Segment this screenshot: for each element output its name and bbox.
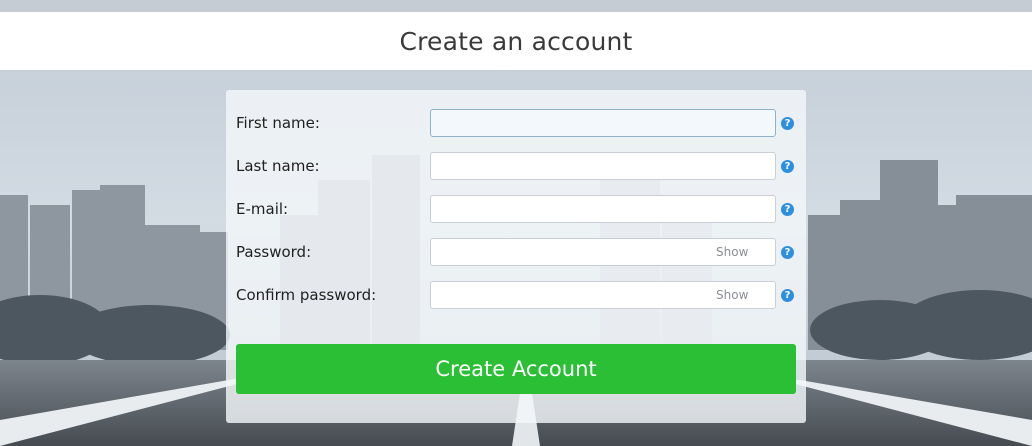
page-title: Create an account xyxy=(399,26,633,56)
first-name-label: First name: xyxy=(236,114,320,132)
password-row: Password: Show ? xyxy=(226,238,806,266)
question-circle-icon[interactable]: ? xyxy=(781,246,794,259)
question-circle-icon[interactable]: ? xyxy=(781,117,794,130)
first-name-row: First name: ? xyxy=(226,109,806,137)
top-strip xyxy=(0,0,1032,12)
header-bar: Create an account xyxy=(0,12,1032,70)
email-label: E-mail: xyxy=(236,200,289,218)
password-label: Password: xyxy=(236,243,312,261)
signup-form: First name: ? Last name: ? E-mail: ? Pas… xyxy=(226,90,806,423)
confirm-password-label: Confirm password: xyxy=(236,286,377,304)
password-show-toggle[interactable]: Show xyxy=(716,245,748,259)
confirm-password-show-toggle[interactable]: Show xyxy=(716,288,748,302)
create-account-button[interactable]: Create Account xyxy=(236,344,796,394)
question-circle-icon[interactable]: ? xyxy=(781,203,794,216)
page: Create an account First name: ? Last nam… xyxy=(0,0,1032,446)
confirm-password-row: Confirm password: Show ? xyxy=(226,281,806,309)
question-circle-icon[interactable]: ? xyxy=(781,160,794,173)
email-input[interactable] xyxy=(430,195,776,223)
first-name-input[interactable] xyxy=(430,109,776,137)
last-name-row: Last name: ? xyxy=(226,152,806,180)
question-circle-icon[interactable]: ? xyxy=(781,289,794,302)
last-name-label: Last name: xyxy=(236,157,320,175)
last-name-input[interactable] xyxy=(430,152,776,180)
email-row: E-mail: ? xyxy=(226,195,806,223)
